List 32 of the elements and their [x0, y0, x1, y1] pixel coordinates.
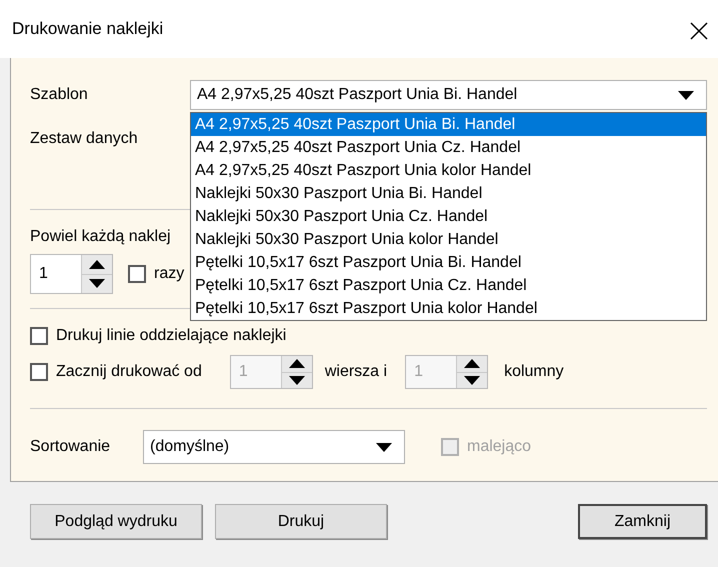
down-arrow-icon	[89, 279, 105, 288]
field-label: Sortowanie	[30, 438, 112, 456]
dialog-button[interactable]: Zamknij	[578, 504, 707, 539]
field-label: kolumny	[504, 363, 564, 381]
checkbox-label: razy	[154, 265, 184, 283]
field-label: Zestaw danych	[30, 130, 138, 148]
dropdown-arrow-icon	[678, 90, 694, 100]
checkbox-label: malejąco	[467, 438, 532, 456]
checkbox[interactable]	[30, 327, 48, 345]
dropdown-option[interactable]: A4 2,97x5,25 40szt Paszport Unia Bi. Handel	[191, 113, 706, 136]
spin-down-button[interactable]	[82, 274, 112, 293]
spin-up-button[interactable]	[82, 255, 112, 274]
dialog-button[interactable]: Drukuj	[215, 504, 387, 539]
checkbox-label: Zacznij drukować od	[56, 363, 202, 381]
field-label: Szablon	[30, 86, 89, 104]
up-arrow-icon	[288, 359, 305, 368]
field-label: wiersza i	[324, 363, 388, 381]
down-arrow-icon	[288, 376, 305, 385]
dropdown-arrow-icon	[376, 442, 392, 452]
checkbox-label: Drukuj linie oddzielające naklejki	[56, 327, 286, 345]
number-spinner[interactable]: 1	[30, 254, 113, 294]
window-title: Drukowanie naklejki	[12, 19, 164, 39]
up-arrow-icon	[464, 359, 480, 368]
field-label: Powiel każdą naklej	[30, 228, 171, 246]
checkbox[interactable]	[128, 265, 146, 283]
up-arrow-icon	[89, 260, 105, 269]
sort-dropdown[interactable]: (domyślne)	[143, 430, 405, 464]
down-arrow-icon	[464, 376, 480, 385]
checkbox[interactable]	[30, 363, 48, 381]
template-dropdown[interactable]: A4 2,97x5,25 40szt Paszport Unia Bi. Handel	[190, 80, 707, 110]
dialog-button[interactable]: Podgląd wydruku	[30, 504, 202, 539]
close-icon	[690, 22, 708, 40]
